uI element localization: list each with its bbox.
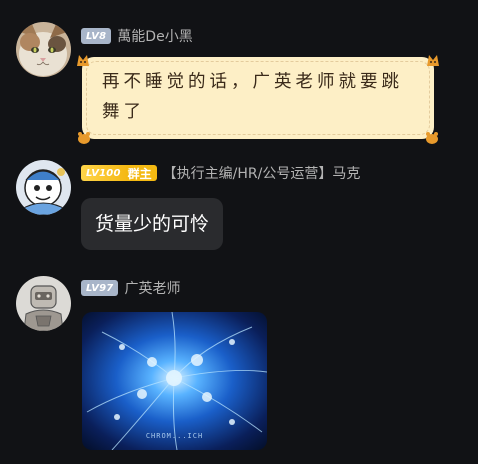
message-bubble[interactable]: 货量少的可怜: [81, 198, 224, 250]
blue-energy-image: [82, 312, 267, 450]
sender-name[interactable]: 广英老师: [124, 278, 180, 298]
cat-ear-icon: [77, 55, 89, 66]
cat-avatar-icon: [16, 22, 71, 77]
message-header: LV8 萬能De小黑: [81, 27, 193, 45]
avatar[interactable]: [16, 160, 71, 215]
robot-avatar-icon: [16, 276, 71, 331]
cat-ear-icon: [427, 55, 439, 66]
cat-paw-icon: [78, 132, 90, 144]
message-bubble[interactable]: 再不睡觉的话，广英老师就要跳 舞了: [77, 55, 439, 144]
message-text-line-1: 再不睡觉的话，广英老师就要跳: [102, 72, 403, 92]
message-text: 货量少的可怜: [95, 213, 210, 235]
owner-role-badge: 群主: [125, 165, 157, 181]
chat-message: LV97 广英老师 CHROM...ICH: [0, 260, 478, 464]
sender-name[interactable]: 【执行主编/HR/公号运营】马克: [163, 163, 361, 183]
cat-paw-icon: [426, 132, 438, 144]
chat-message: LV8 萬能De小黑 再不睡觉的话，广英老师就要跳 舞了: [0, 0, 478, 150]
level-badge: LV97: [81, 280, 119, 296]
image-watermark: CHROM...ICH: [145, 432, 204, 440]
message-header: LV97 广英老师: [81, 279, 180, 297]
chat-message: LV100 群主 【执行主编/HR/公号运营】马克 货量少的可怜: [0, 150, 478, 260]
level-badge: LV100: [81, 165, 126, 181]
message-header: LV100 群主 【执行主编/HR/公号运营】马克: [81, 164, 360, 182]
sender-name[interactable]: 萬能De小黑: [117, 26, 192, 46]
level-badge: LV8: [81, 28, 112, 44]
message-image[interactable]: CHROM...ICH: [82, 312, 267, 450]
avatar[interactable]: [16, 22, 71, 77]
message-text-line-2: 舞了: [102, 102, 145, 122]
avatar[interactable]: [16, 276, 71, 331]
cartoon-avatar-icon: [16, 160, 71, 215]
